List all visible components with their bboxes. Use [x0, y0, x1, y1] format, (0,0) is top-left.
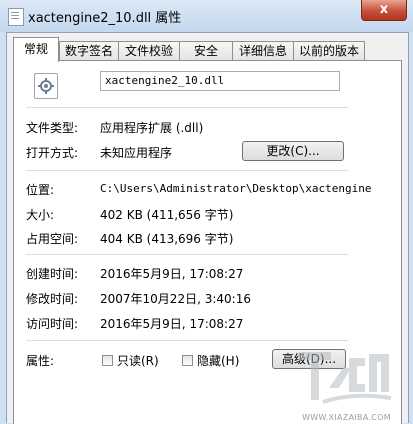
general-tab-panel: xactengine2_10.dll 文件类型: 应用程序扩展 (.dll) 打…: [13, 60, 402, 424]
divider: [26, 254, 348, 255]
location-label: 位置:: [26, 183, 55, 197]
size-label: 大小:: [26, 208, 55, 222]
tab-previous-versions[interactable]: 以前的版本: [293, 41, 365, 61]
close-button[interactable]: x: [361, 0, 407, 21]
watermark-url: WWW.XIAZAIBA.COM: [302, 413, 391, 422]
size-on-disk-value: 404 KB (413,696 字节): [100, 232, 234, 246]
tab-general[interactable]: 常规: [13, 37, 59, 62]
change-button[interactable]: 更改(C)...: [242, 141, 344, 161]
accessed-value: 2016年5月9日, 17:08:27: [100, 317, 244, 331]
divider: [26, 340, 348, 341]
dll-file-icon: [34, 73, 58, 99]
window-title: xactengine2_10.dll 属性: [28, 11, 182, 26]
size-on-disk-label: 占用空间:: [26, 232, 79, 246]
opens-with-label: 打开方式:: [26, 146, 79, 160]
hidden-label[interactable]: 隐藏(H): [197, 352, 239, 369]
readonly-label[interactable]: 只读(R): [117, 352, 159, 369]
opens-with-value: 未知应用程序: [100, 146, 173, 160]
title-bar: xactengine2_10.dll 属性 x: [0, 0, 413, 32]
divider: [26, 107, 348, 108]
document-icon: [8, 8, 24, 26]
tab-security[interactable]: 安全: [179, 41, 233, 61]
properties-dialog: 常规 数字签名 文件校验 安全 详细信息 以前的版本 xactengine2_1…: [6, 32, 409, 424]
created-value: 2016年5月9日, 17:08:27: [100, 267, 244, 281]
created-label: 创建时间:: [26, 267, 79, 281]
modified-value: 2007年10月22日, 3:40:16: [100, 292, 251, 306]
tab-details[interactable]: 详细信息: [232, 41, 294, 61]
site-logo-watermark: [299, 352, 392, 404]
divider: [26, 170, 348, 171]
filename-field[interactable]: xactengine2_10.dll: [100, 71, 340, 91]
accessed-label: 访问时间:: [26, 317, 79, 331]
tab-file-checksum[interactable]: 文件校验: [118, 41, 180, 61]
size-value: 402 KB (411,656 字节): [100, 208, 234, 222]
readonly-checkbox[interactable]: [102, 355, 113, 366]
attributes-label: 属性:: [26, 354, 55, 368]
file-type-label: 文件类型:: [26, 121, 79, 135]
modified-label: 修改时间:: [26, 292, 79, 306]
location-value: C:\Users\Administrator\Desktop\xactengin…: [100, 182, 372, 195]
file-type-value: 应用程序扩展 (.dll): [100, 121, 204, 135]
hidden-checkbox[interactable]: [182, 355, 193, 366]
tab-digital-signatures[interactable]: 数字签名: [59, 41, 119, 61]
